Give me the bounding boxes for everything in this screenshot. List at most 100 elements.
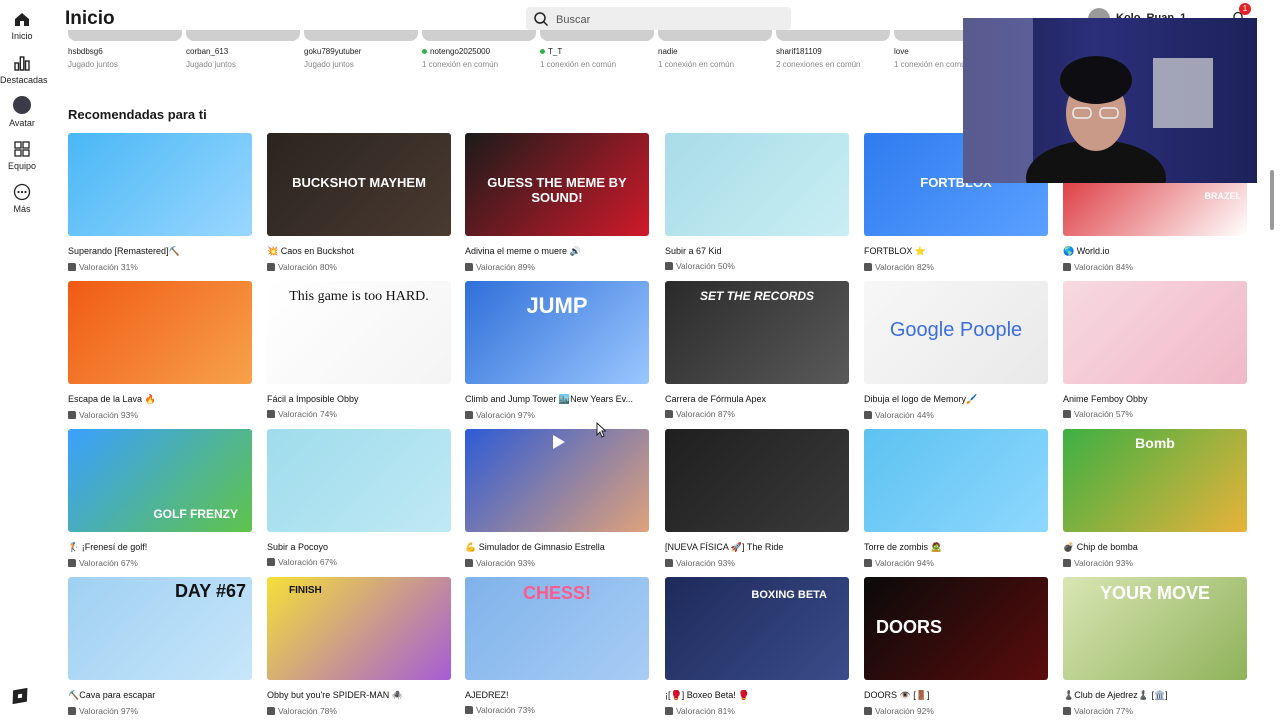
sidebar-item-avatar[interactable]: Avatar: [0, 96, 44, 128]
game-thumbnail[interactable]: BUCKSHOT MAYHEM: [267, 133, 451, 236]
game-card[interactable]: This game is too HARD. Fácil a Imposible …: [267, 281, 451, 419]
friend-tile[interactable]: corban_613 Jugado juntos: [186, 30, 304, 69]
friend-tile[interactable]: sharif181109 2 conexiones en común: [776, 30, 894, 69]
friend-tile[interactable]: T_T 1 conexión en común: [540, 30, 658, 69]
game-title[interactable]: 💣 Chip de bomba: [1063, 542, 1247, 553]
game-title[interactable]: 🌎 World.io: [1063, 246, 1247, 257]
game-card[interactable]: Escapa de la Lava 🔥 Valoración 93%: [68, 281, 252, 420]
game-card[interactable]: YOUR MOVE ♟️Club de Ajedrez♟️ [🏛️] Valorac…: [1063, 577, 1247, 716]
game-thumbnail[interactable]: CHESS!: [465, 577, 649, 680]
thumbs-up-icon: [267, 558, 275, 566]
game-rating: Valoración 92%: [875, 706, 934, 716]
game-thumbnail[interactable]: [68, 133, 252, 236]
friend-tile[interactable]: hsbdbsg6 Jugado juntos: [68, 30, 186, 69]
game-card[interactable]: Google Poople Dibuja el logo de Memory🖌️ V…: [864, 281, 1048, 420]
friend-name: notengo2025000: [430, 47, 491, 56]
game-thumbnail[interactable]: [465, 429, 649, 532]
game-title[interactable]: Carrera de Fórmula Apex: [665, 394, 849, 404]
game-thumbnail[interactable]: [864, 429, 1048, 532]
sidebar-item-inicio[interactable]: Inicio: [0, 10, 44, 41]
game-card[interactable]: DAY #67 ⛏️Cava para escapar Valoración 97%: [68, 577, 252, 716]
play-icon[interactable]: [549, 433, 567, 451]
game-rating: Valoración 67%: [79, 558, 138, 568]
game-title[interactable]: Torre de zombis 🧟: [864, 542, 1048, 553]
game-title[interactable]: Anime Femboy Obby: [1063, 394, 1247, 404]
game-rating: Valoración 81%: [676, 706, 735, 716]
game-title[interactable]: Superando [Remastered]⛏️: [68, 246, 252, 257]
game-thumbnail[interactable]: [665, 133, 849, 236]
game-title[interactable]: Fácil a Imposible Obby: [267, 394, 451, 404]
game-card[interactable]: BOXING BETA ¡[🥊] Boxeo Beta! 🥊 Valoración …: [665, 577, 849, 716]
webcam-person-image: [963, 18, 1213, 183]
game-thumbnail[interactable]: SET THE RECORDS: [665, 281, 849, 384]
friend-tile[interactable]: goku789yutuber Jugado juntos: [304, 30, 422, 69]
game-thumbnail[interactable]: GOLF FRENZY: [68, 429, 252, 532]
game-thumbnail[interactable]: JUMP: [465, 281, 649, 384]
game-card[interactable]: Torre de zombis 🧟 Valoración 94%: [864, 429, 1048, 568]
game-title[interactable]: AJEDREZ!: [465, 690, 649, 700]
sidebar-item-destacadas[interactable]: Destacadas: [0, 54, 48, 85]
game-card[interactable]: FINISH Obby but you're SPIDER-MAN 🕷️ Valor…: [267, 577, 451, 716]
game-card[interactable]: [NUEVA FÍSICA 🚀] The Ride Valoración 93%: [665, 429, 849, 568]
game-title[interactable]: Subir a 67 Kid: [665, 246, 849, 256]
game-thumbnail[interactable]: DAY #67: [68, 577, 252, 680]
game-card[interactable]: Anime Femboy Obby Valoración 57%: [1063, 281, 1247, 419]
game-title[interactable]: 💪 Simulador de Gimnasio Estrella: [465, 542, 649, 553]
game-thumbnail[interactable]: Google Poople: [864, 281, 1048, 384]
sidebar-item-label: Inicio: [11, 31, 33, 41]
game-thumbnail[interactable]: This game is too HARD.: [267, 281, 451, 384]
game-title[interactable]: Obby but you're SPIDER-MAN 🕷️: [267, 690, 451, 701]
game-title[interactable]: DOORS 👁️ [🚪]: [864, 690, 1048, 701]
game-thumbnail[interactable]: YOUR MOVE: [1063, 577, 1247, 680]
game-thumbnail[interactable]: [665, 429, 849, 532]
game-title[interactable]: Escapa de la Lava 🔥: [68, 394, 252, 405]
game-thumbnail[interactable]: [267, 429, 451, 532]
game-card[interactable]: JUMP Climb and Jump Tower 🏙️New Years Ev.…: [465, 281, 649, 420]
game-card[interactable]: Subir a Pocoyo Valoración 67%: [267, 429, 451, 567]
game-thumbnail[interactable]: BOXING BETA: [665, 577, 849, 680]
game-title[interactable]: 💥 Caos en Buckshot: [267, 246, 451, 257]
game-card[interactable]: Subir a 67 Kid Valoración 50%: [665, 133, 849, 271]
game-thumbnail[interactable]: FINISH: [267, 577, 451, 680]
game-card[interactable]: CHESS! AJEDREZ! Valoración 73%: [465, 577, 649, 715]
game-title[interactable]: Climb and Jump Tower 🏙️New Years Ev...: [465, 394, 649, 405]
thumbnail-text: Google Poople: [889, 319, 1023, 341]
page-scrollbar[interactable]: [1270, 170, 1274, 230]
game-title[interactable]: FORTBLOX ⭐: [864, 246, 1048, 257]
sidebar-item-mas[interactable]: Más: [0, 183, 44, 214]
game-title[interactable]: Subir a Pocoyo: [267, 542, 451, 552]
game-title[interactable]: ♟️Club de Ajedrez♟️ [🏛️]: [1063, 690, 1247, 701]
game-thumbnail[interactable]: GUESS THE MEME BY SOUND!: [465, 133, 649, 236]
search-bar[interactable]: [526, 7, 791, 32]
game-title[interactable]: [NUEVA FÍSICA 🚀] The Ride: [665, 542, 849, 553]
friend-name-row: T_T: [540, 47, 658, 56]
game-card[interactable]: DOORS DOORS 👁️ [🚪] Valoración 92%: [864, 577, 1048, 716]
game-thumbnail[interactable]: Bomb: [1063, 429, 1247, 532]
game-card[interactable]: GOLF FRENZY 🏌️ ¡Frenesí de golf! Valoració…: [68, 429, 252, 568]
sidebar-item-equipo[interactable]: Equipo: [0, 140, 44, 171]
game-thumbnail[interactable]: [68, 281, 252, 384]
friend-tile[interactable]: nadie 1 conexión en común: [658, 30, 776, 69]
game-card[interactable]: 💪 Simulador de Gimnasio Estrella Valoraci…: [465, 429, 649, 568]
game-thumbnail[interactable]: [1063, 281, 1247, 384]
game-title[interactable]: ⛏️Cava para escapar: [68, 690, 252, 701]
game-title[interactable]: Adivina el meme o muere 🔊: [465, 246, 649, 257]
search-input[interactable]: [554, 7, 788, 32]
thumbnail-text: DAY #67: [174, 581, 246, 601]
game-card[interactable]: GUESS THE MEME BY SOUND! Adivina el meme …: [465, 133, 649, 272]
game-rating: Valoración 82%: [875, 262, 934, 272]
game-card[interactable]: SET THE RECORDS Carrera de Fórmula Apex Va…: [665, 281, 849, 419]
game-card[interactable]: BUCKSHOT MAYHEM 💥 Caos en Buckshot Valorac…: [267, 133, 451, 272]
game-card[interactable]: Bomb 💣 Chip de bomba Valoración 93%: [1063, 429, 1247, 568]
game-title[interactable]: Dibuja el logo de Memory🖌️: [864, 394, 1048, 405]
webcam-overlay: [963, 18, 1257, 183]
game-thumbnail[interactable]: DOORS: [864, 577, 1048, 680]
section-title[interactable]: Recomendadas para ti: [68, 107, 207, 122]
game-card[interactable]: Superando [Remastered]⛏️ Valoración 31%: [68, 133, 252, 272]
game-title[interactable]: ¡[🥊] Boxeo Beta! 🥊: [665, 690, 849, 701]
roblox-logo-icon[interactable]: [12, 687, 28, 705]
game-title[interactable]: 🏌️ ¡Frenesí de golf!: [68, 542, 252, 553]
friend-tile[interactable]: notengo2025000 1 conexión en común: [422, 30, 540, 69]
game-rating-row: Valoración 93%: [665, 558, 849, 568]
game-rating: Valoración 93%: [476, 558, 535, 568]
